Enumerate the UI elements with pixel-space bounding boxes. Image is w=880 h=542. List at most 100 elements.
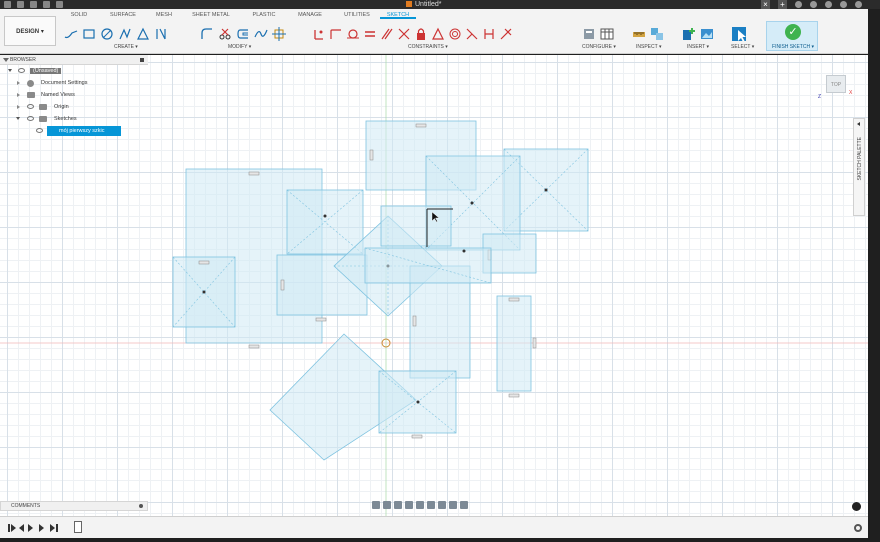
eye-icon[interactable] [18,68,25,73]
equal-icon[interactable] [363,27,377,41]
tab-surface[interactable]: SURFACE [98,9,148,19]
display-settings-icon[interactable] [438,500,446,509]
inspect-menu[interactable]: INSPECT ▾ [636,44,662,50]
extensions-icon[interactable] [795,1,802,8]
eye-icon[interactable] [27,104,34,109]
chat-icon[interactable] [852,502,861,511]
add-comment-icon[interactable] [139,504,143,508]
fillet-icon[interactable] [200,27,214,41]
tab-mesh[interactable]: MESH [148,9,180,19]
parallel-icon[interactable] [380,27,394,41]
tab-plastic[interactable]: PLASTIC [242,9,286,19]
play-icon[interactable] [28,524,33,532]
modify-menu[interactable]: MODIFY ▾ [228,44,251,50]
spline-icon[interactable] [254,27,268,41]
mirror-icon[interactable] [154,27,168,41]
zoom-icon[interactable] [405,500,413,509]
sketch-rectangle[interactable] [380,205,452,247]
arc-icon[interactable] [118,27,132,41]
symmetry-icon[interactable] [465,27,479,41]
tab-utilities[interactable]: UTILITIES [334,9,380,19]
perpendicular-icon[interactable] [397,27,411,41]
look-at-icon[interactable] [383,500,391,509]
eye-icon[interactable] [36,128,43,133]
go-to-end-bar-icon[interactable] [56,524,58,532]
fit-icon[interactable] [427,500,435,509]
sketch-palette-tab[interactable]: SKETCH PALETTE [853,118,865,216]
browser-item-sketch[interactable]: mój pierwszy szkic [0,125,148,137]
expand-icon[interactable] [17,81,20,85]
browser-item-document-settings[interactable]: Document Settings [0,77,148,89]
step-forward-icon[interactable] [39,524,44,532]
undo-icon[interactable] [43,1,50,8]
view-cube-top-face[interactable]: TOP [826,75,846,93]
view-cube[interactable]: TOP X Z [818,70,858,102]
polygon-icon[interactable] [136,27,150,41]
tab-solid[interactable]: SOLID [60,9,98,19]
browser-item-sketches[interactable]: Sketches [0,113,148,125]
tangent-icon[interactable] [431,27,445,41]
new-tab-icon[interactable]: + [778,0,787,9]
circle-icon[interactable] [100,27,114,41]
expand-palette-icon[interactable] [857,122,860,126]
expand-icon[interactable] [16,117,20,120]
concentric-icon[interactable] [346,27,360,41]
timeline-settings-gear-icon[interactable] [854,524,862,532]
tab-sheet-metal[interactable]: SHEET METAL [180,9,242,19]
browser-item-named-views[interactable]: Named Views [0,89,148,101]
insert-derive-icon[interactable] [682,27,696,41]
eye-icon[interactable] [27,116,34,121]
expand-icon[interactable] [17,93,20,97]
app-menu-icon[interactable] [4,1,11,8]
interference-icon[interactable] [650,27,664,41]
user-avatar[interactable] [855,1,862,8]
go-to-start-arrow-icon[interactable] [11,524,16,532]
select-cursor-icon[interactable] [732,27,746,41]
timeline-sketch-feature[interactable] [74,521,82,533]
collinear-icon[interactable] [329,27,343,41]
horizontal-vertical-icon[interactable] [482,27,496,41]
curvature-icon[interactable] [448,27,462,41]
help-icon[interactable] [840,1,847,8]
midpoint-icon[interactable] [499,27,513,41]
create-menu[interactable]: CREATE ▾ [114,44,138,50]
expand-icon[interactable] [17,105,20,109]
select-menu[interactable]: SELECT ▾ [731,44,754,50]
zoom-window-icon[interactable] [416,500,424,509]
tab-manage[interactable]: MANAGE [286,9,334,19]
pan-icon[interactable] [394,500,402,509]
offset-icon[interactable] [236,27,250,41]
viewports-icon[interactable] [460,500,468,509]
configure-table-icon[interactable] [600,27,614,41]
pin-icon[interactable] [140,58,144,62]
sketch-item-label[interactable]: mój pierwszy szkic [47,126,121,136]
configure-icon[interactable] [582,27,596,41]
trim-icon[interactable] [218,27,232,41]
rectangle-icon[interactable] [82,27,96,41]
orbit-icon[interactable] [372,500,380,509]
line-icon[interactable] [64,27,78,41]
redo-icon[interactable] [56,1,63,8]
job-status-icon[interactable] [810,1,817,8]
insert-menu[interactable]: INSERT ▾ [687,44,709,50]
finish-sketch-button[interactable]: ✓ FINISH SKETCH ▾ [766,21,818,51]
comments-panel[interactable]: COMMENTS [0,501,148,511]
workspace-switcher[interactable]: DESIGN ▾ [4,16,56,46]
tab-sketch[interactable]: SKETCH [380,9,416,19]
go-to-start-icon[interactable] [8,524,10,532]
collapse-icon[interactable] [3,58,9,62]
notifications-icon[interactable] [825,1,832,8]
measure-icon[interactable] [632,27,646,41]
go-to-end-icon[interactable] [50,524,55,532]
browser-item-root[interactable]: (Unsaved) [0,65,148,77]
file-icon[interactable] [17,1,24,8]
insert-canvas-icon[interactable] [700,27,714,41]
grid-snaps-icon[interactable] [449,500,457,509]
expand-icon[interactable] [8,69,12,72]
fix-lock-icon[interactable] [414,27,428,41]
constraints-menu[interactable]: CONSTRAINTS ▾ [408,44,448,50]
browser-header[interactable]: BROWSER [0,55,148,65]
move-copy-icon[interactable] [272,27,286,41]
configure-menu[interactable]: CONFIGURE ▾ [582,44,616,50]
save-icon[interactable] [30,1,37,8]
